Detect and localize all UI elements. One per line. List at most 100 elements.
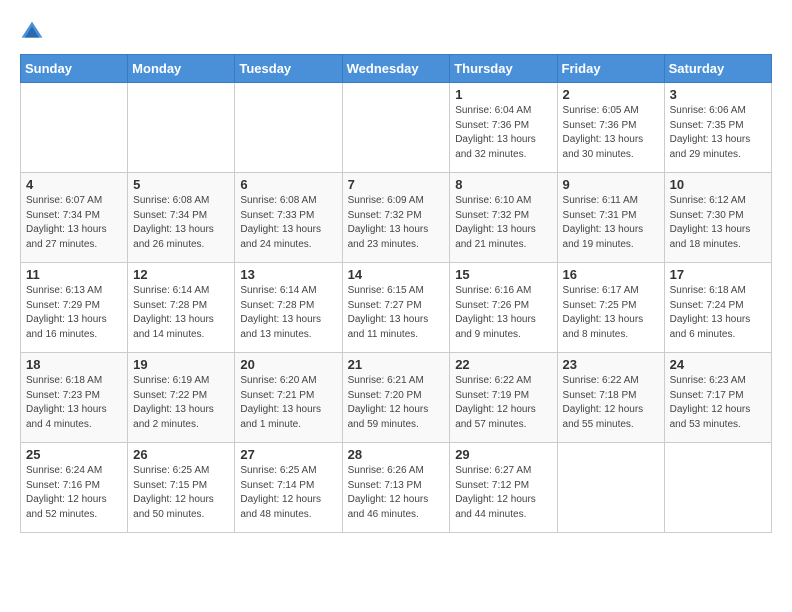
calendar-cell: 18 Sunrise: 6:18 AM Sunset: 7:23 PM Dayli… — [21, 353, 128, 443]
day-info: Sunrise: 6:08 AM Sunset: 7:34 PM Dayligh… — [133, 194, 229, 252]
calendar-week-4: 18 Sunrise: 6:18 AM Sunset: 7:23 PM Dayli… — [21, 353, 772, 443]
day-number: 20 — [240, 357, 336, 372]
calendar-cell: 16Sunrise: 6:17 AM Sunset: 7:25 PM Dayli… — [557, 263, 664, 353]
day-info: Sunrise: 6:06 AM Sunset: 7:35 PM Dayligh… — [670, 104, 766, 162]
calendar-cell — [557, 443, 664, 533]
day-number: 29 — [455, 447, 551, 462]
day-info: Sunrise: 6:23 AM Sunset: 7:17 PM Dayligh… — [670, 374, 766, 432]
logo-icon — [20, 20, 44, 44]
weekday-header-saturday: Saturday — [664, 55, 771, 83]
day-number: 23 — [563, 357, 659, 372]
day-info: Sunrise: 6:22 AM Sunset: 7:18 PM Dayligh… — [563, 374, 659, 432]
day-number: 13 — [240, 267, 336, 282]
day-info: Sunrise: 6:13 AM Sunset: 7:29 PM Dayligh… — [26, 284, 122, 342]
calendar-cell: 19 Sunrise: 6:19 AM Sunset: 7:22 PM Dayli… — [128, 353, 235, 443]
day-info: Sunrise: 6:16 AM Sunset: 7:26 PM Dayligh… — [455, 284, 551, 342]
weekday-header-wednesday: Wednesday — [342, 55, 450, 83]
calendar-cell: 14 Sunrise: 6:15 AM Sunset: 7:27 PM Dayli… — [342, 263, 450, 353]
weekday-header-tuesday: Tuesday — [235, 55, 342, 83]
calendar-cell: 25 Sunrise: 6:24 AM Sunset: 7:16 PM Dayli… — [21, 443, 128, 533]
calendar-cell: 3Sunrise: 6:06 AM Sunset: 7:35 PM Daylig… — [664, 83, 771, 173]
calendar-cell — [235, 83, 342, 173]
day-number: 9 — [563, 177, 659, 192]
calendar-week-5: 25 Sunrise: 6:24 AM Sunset: 7:16 PM Dayli… — [21, 443, 772, 533]
day-info: Sunrise: 6:25 AM Sunset: 7:15 PM Dayligh… — [133, 464, 229, 522]
day-info: Sunrise: 6:20 AM Sunset: 7:21 PM Dayligh… — [240, 374, 336, 432]
weekday-header-row: SundayMondayTuesdayWednesdayThursdayFrid… — [21, 55, 772, 83]
calendar-cell: 24 Sunrise: 6:23 AM Sunset: 7:17 PM Dayli… — [664, 353, 771, 443]
calendar-cell: 9 Sunrise: 6:11 AM Sunset: 7:31 PM Daylig… — [557, 173, 664, 263]
calendar-cell: 2Sunrise: 6:05 AM Sunset: 7:36 PM Daylig… — [557, 83, 664, 173]
day-info: Sunrise: 6:18 AM Sunset: 7:23 PM Dayligh… — [26, 374, 122, 432]
calendar-cell: 1Sunrise: 6:04 AM Sunset: 7:36 PM Daylig… — [450, 83, 557, 173]
calendar-cell: 22 Sunrise: 6:22 AM Sunset: 7:19 PM Dayli… — [450, 353, 557, 443]
calendar-cell: 12 Sunrise: 6:14 AM Sunset: 7:28 PM Dayli… — [128, 263, 235, 353]
day-number: 7 — [348, 177, 445, 192]
calendar-cell: 10 Sunrise: 6:12 AM Sunset: 7:30 PM Dayli… — [664, 173, 771, 263]
calendar-table: SundayMondayTuesdayWednesdayThursdayFrid… — [20, 54, 772, 533]
day-info: Sunrise: 6:25 AM Sunset: 7:14 PM Dayligh… — [240, 464, 336, 522]
day-info: Sunrise: 6:27 AM Sunset: 7:12 PM Dayligh… — [455, 464, 551, 522]
calendar-cell: 7 Sunrise: 6:09 AM Sunset: 7:32 PM Daylig… — [342, 173, 450, 263]
day-number: 11 — [26, 267, 122, 282]
calendar-cell: 17 Sunrise: 6:18 AM Sunset: 7:24 PM Dayli… — [664, 263, 771, 353]
weekday-header-thursday: Thursday — [450, 55, 557, 83]
calendar-week-2: 4 Sunrise: 6:07 AM Sunset: 7:34 PM Daylig… — [21, 173, 772, 263]
calendar-cell: 28 Sunrise: 6:26 AM Sunset: 7:13 PM Dayli… — [342, 443, 450, 533]
day-info: Sunrise: 6:24 AM Sunset: 7:16 PM Dayligh… — [26, 464, 122, 522]
calendar-body: 1Sunrise: 6:04 AM Sunset: 7:36 PM Daylig… — [21, 83, 772, 533]
day-number: 14 — [348, 267, 445, 282]
day-number: 25 — [26, 447, 122, 462]
day-number: 28 — [348, 447, 445, 462]
day-info: Sunrise: 6:14 AM Sunset: 7:28 PM Dayligh… — [240, 284, 336, 342]
calendar-cell: 29 Sunrise: 6:27 AM Sunset: 7:12 PM Dayli… — [450, 443, 557, 533]
day-number: 6 — [240, 177, 336, 192]
day-info: Sunrise: 6:11 AM Sunset: 7:31 PM Dayligh… — [563, 194, 659, 252]
calendar-cell: 23 Sunrise: 6:22 AM Sunset: 7:18 PM Dayli… — [557, 353, 664, 443]
calendar-cell: 15 Sunrise: 6:16 AM Sunset: 7:26 PM Dayli… — [450, 263, 557, 353]
day-info: Sunrise: 6:07 AM Sunset: 7:34 PM Dayligh… — [26, 194, 122, 252]
weekday-header-monday: Monday — [128, 55, 235, 83]
day-info: Sunrise: 6:12 AM Sunset: 7:30 PM Dayligh… — [670, 194, 766, 252]
day-number: 22 — [455, 357, 551, 372]
weekday-header-friday: Friday — [557, 55, 664, 83]
day-info: Sunrise: 6:19 AM Sunset: 7:22 PM Dayligh… — [133, 374, 229, 432]
calendar-cell: 20 Sunrise: 6:20 AM Sunset: 7:21 PM Dayli… — [235, 353, 342, 443]
calendar-cell: 6 Sunrise: 6:08 AM Sunset: 7:33 PM Daylig… — [235, 173, 342, 263]
calendar-cell — [21, 83, 128, 173]
day-info: Sunrise: 6:26 AM Sunset: 7:13 PM Dayligh… — [348, 464, 445, 522]
day-number: 1 — [455, 87, 551, 102]
day-number: 27 — [240, 447, 336, 462]
day-info: Sunrise: 6:21 AM Sunset: 7:20 PM Dayligh… — [348, 374, 445, 432]
calendar-cell — [342, 83, 450, 173]
day-number: 18 — [26, 357, 122, 372]
day-number: 15 — [455, 267, 551, 282]
day-info: Sunrise: 6:18 AM Sunset: 7:24 PM Dayligh… — [670, 284, 766, 342]
calendar-week-3: 11 Sunrise: 6:13 AM Sunset: 7:29 PM Dayli… — [21, 263, 772, 353]
day-number: 4 — [26, 177, 122, 192]
calendar-cell: 27 Sunrise: 6:25 AM Sunset: 7:14 PM Dayli… — [235, 443, 342, 533]
day-info: Sunrise: 6:22 AM Sunset: 7:19 PM Dayligh… — [455, 374, 551, 432]
calendar-cell: 8 Sunrise: 6:10 AM Sunset: 7:32 PM Daylig… — [450, 173, 557, 263]
day-info: Sunrise: 6:14 AM Sunset: 7:28 PM Dayligh… — [133, 284, 229, 342]
day-info: Sunrise: 6:09 AM Sunset: 7:32 PM Dayligh… — [348, 194, 445, 252]
day-number: 2 — [563, 87, 659, 102]
day-number: 26 — [133, 447, 229, 462]
calendar-cell: 4 Sunrise: 6:07 AM Sunset: 7:34 PM Daylig… — [21, 173, 128, 263]
page-header — [20, 20, 772, 44]
calendar-cell: 11 Sunrise: 6:13 AM Sunset: 7:29 PM Dayli… — [21, 263, 128, 353]
day-number: 5 — [133, 177, 229, 192]
day-number: 19 — [133, 357, 229, 372]
day-info: Sunrise: 6:08 AM Sunset: 7:33 PM Dayligh… — [240, 194, 336, 252]
day-number: 8 — [455, 177, 551, 192]
calendar-cell — [664, 443, 771, 533]
day-number: 24 — [670, 357, 766, 372]
calendar-cell: 21Sunrise: 6:21 AM Sunset: 7:20 PM Dayli… — [342, 353, 450, 443]
day-number: 12 — [133, 267, 229, 282]
day-info: Sunrise: 6:15 AM Sunset: 7:27 PM Dayligh… — [348, 284, 445, 342]
day-number: 10 — [670, 177, 766, 192]
day-number: 17 — [670, 267, 766, 282]
day-info: Sunrise: 6:10 AM Sunset: 7:32 PM Dayligh… — [455, 194, 551, 252]
calendar-cell: 26 Sunrise: 6:25 AM Sunset: 7:15 PM Dayli… — [128, 443, 235, 533]
calendar-cell: 13 Sunrise: 6:14 AM Sunset: 7:28 PM Dayli… — [235, 263, 342, 353]
